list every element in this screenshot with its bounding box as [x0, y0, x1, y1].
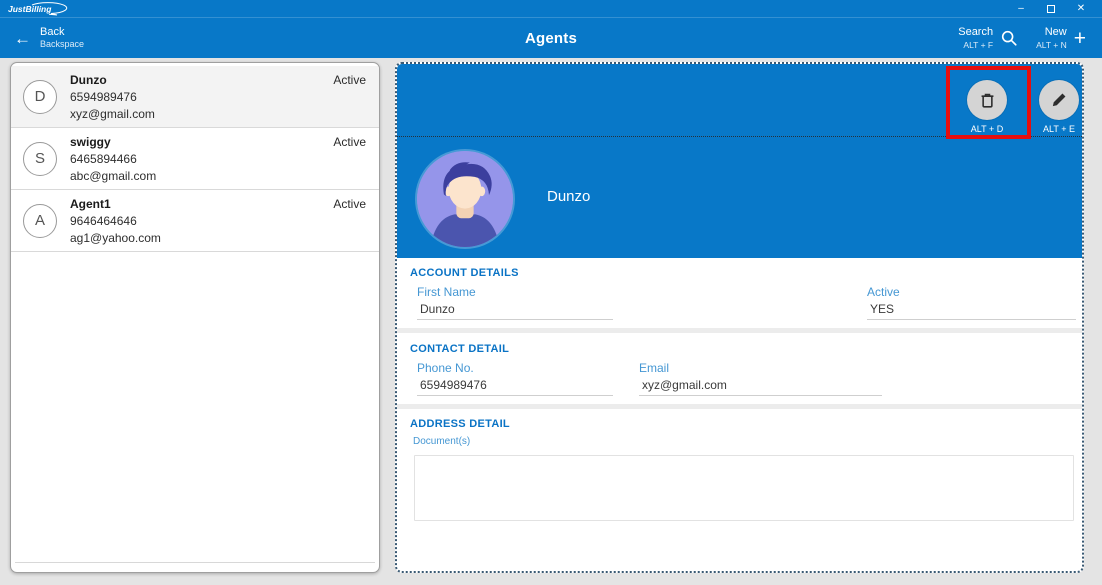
first-name-field[interactable]: First Name Dunzo [417, 285, 613, 320]
header-actions: Search ALT + F New ALT + N + [882, 25, 1102, 50]
detail-hero-header: ALT + D ALT + E Dunzo [397, 64, 1082, 258]
page-title: Agents [524, 29, 578, 47]
person-illustration-icon [417, 151, 513, 247]
active-field[interactable]: Active YES [867, 285, 1076, 320]
agent-phone: 6465894466 [70, 152, 137, 166]
documents-dropzone[interactable] [414, 455, 1074, 521]
search-icon [1001, 30, 1017, 46]
detail-body: ACCOUNT DETAILS First Name Dunzo Active … [397, 258, 1082, 571]
agent-email: ag1@yahoo.com [70, 231, 161, 245]
section-title-contact: CONTACT DETAIL [410, 343, 510, 355]
phone-value[interactable]: 6594989476 [417, 377, 613, 396]
agent-name: swiggy [70, 135, 111, 149]
agent-email: xyz@gmail.com [70, 107, 155, 121]
phone-field[interactable]: Phone No. 6594989476 [417, 361, 613, 396]
agent-initial-avatar: D [23, 79, 57, 114]
detail-agent-name: Dunzo [547, 188, 591, 205]
app-header: ← Back Backspace Agents Search ALT + F N… [0, 18, 1102, 58]
agent-initial-avatar: S [23, 141, 57, 176]
phone-label: Phone No. [417, 361, 474, 375]
title-bar: JustBilling – ✕ [0, 0, 1102, 18]
agent-profile-avatar [417, 151, 513, 247]
email-value[interactable]: xyz@gmail.com [639, 377, 882, 396]
hero-divider [397, 136, 1082, 137]
search-shortcut: ALT + F [963, 39, 994, 50]
minimize-icon[interactable]: – [1006, 0, 1036, 18]
back-label: Back [40, 25, 65, 38]
email-field[interactable]: Email xyz@gmail.com [639, 361, 882, 396]
back-button[interactable]: ← Back Backspace [0, 26, 220, 51]
plus-icon: + [1073, 26, 1086, 50]
delete-shortcut: ALT + D [970, 124, 1004, 134]
new-shortcut: ALT + N [1036, 39, 1067, 50]
window-controls: – ✕ [1006, 0, 1102, 18]
first-name-label: First Name [417, 285, 476, 299]
section-divider [397, 328, 1082, 333]
status-badge: Active [333, 73, 366, 87]
active-value[interactable]: YES [867, 301, 1076, 320]
search-label: Search [958, 26, 994, 39]
status-badge: Active [333, 197, 366, 211]
list-bottom-divider [15, 562, 375, 563]
status-badge: Active [333, 135, 366, 149]
new-button[interactable]: New ALT + N + [1036, 25, 1086, 50]
back-arrow-icon: ← [14, 28, 31, 48]
agent-name: Agent1 [70, 197, 111, 211]
agent-phone: 6594989476 [70, 90, 137, 104]
first-name-value[interactable]: Dunzo [417, 301, 613, 320]
delete-button[interactable] [967, 80, 1007, 120]
agent-detail-panel: ALT + D ALT + E Dunzo ACCOUNT DETAILS Fi… [395, 62, 1084, 573]
new-label: New [1044, 26, 1067, 39]
agent-list-item-agent1[interactable]: A Agent1 9646464646 ag1@yahoo.com Active [11, 190, 379, 252]
section-divider [397, 404, 1082, 409]
documents-label: Document(s) [413, 436, 471, 447]
trash-icon [981, 93, 993, 108]
active-label: Active [867, 285, 900, 299]
app-logo: JustBilling [0, 1, 75, 17]
agent-phone: 9646464646 [70, 214, 137, 228]
agent-initial-avatar: A [23, 203, 57, 238]
edit-shortcut: ALT + E [1043, 124, 1075, 134]
edit-button[interactable] [1039, 80, 1079, 120]
agent-list-item-dunzo[interactable]: D Dunzo 6594989476 xyz@gmail.com Active [11, 66, 379, 128]
agent-name: Dunzo [70, 73, 107, 87]
back-shortcut: Backspace [40, 39, 85, 50]
agent-list-panel: D Dunzo 6594989476 xyz@gmail.com Active … [10, 62, 380, 573]
pencil-icon [1052, 93, 1066, 107]
search-button[interactable]: Search ALT + F [958, 25, 1018, 50]
close-icon[interactable]: ✕ [1066, 0, 1096, 18]
email-label: Email [639, 361, 670, 375]
section-title-address: ADDRESS DETAIL [410, 418, 510, 430]
section-title-account: ACCOUNT DETAILS [410, 267, 519, 279]
svg-text:JustBilling: JustBilling [8, 4, 52, 14]
agent-email: abc@gmail.com [70, 169, 157, 183]
maximize-icon[interactable] [1036, 0, 1066, 18]
justbilling-logo-icon: JustBilling [8, 1, 68, 15]
agent-list-item-swiggy[interactable]: S swiggy 6465894466 abc@gmail.com Active [11, 128, 379, 190]
